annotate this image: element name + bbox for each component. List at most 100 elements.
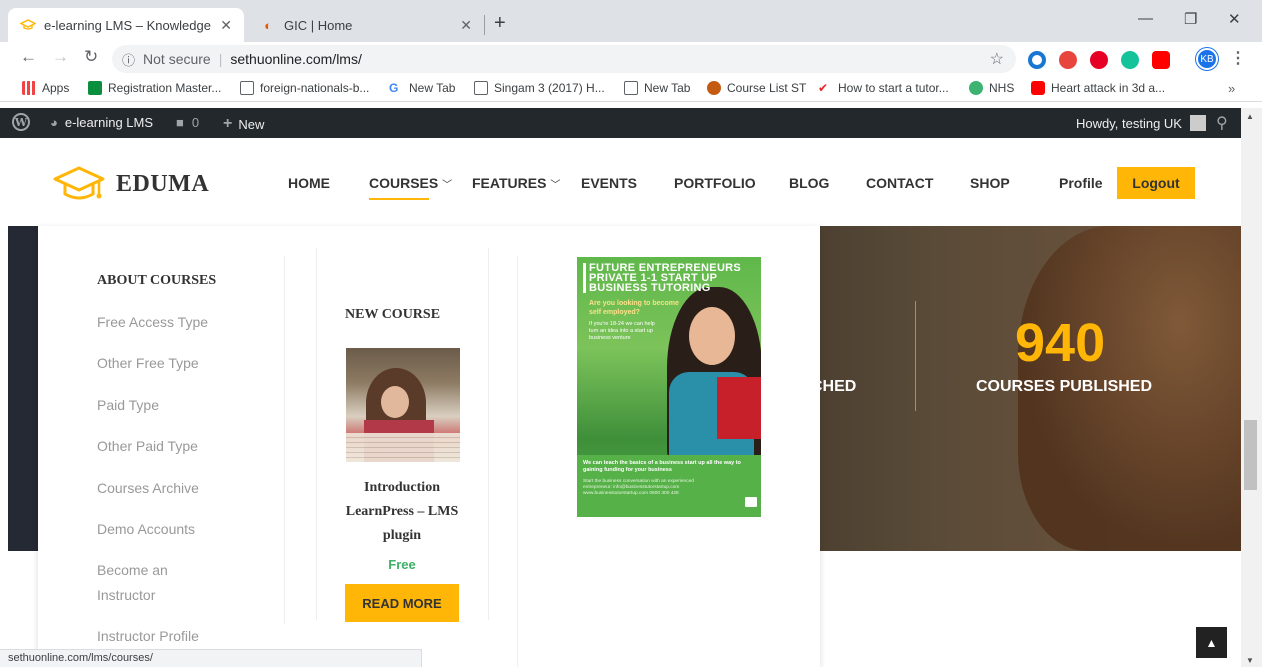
tab-gic-home[interactable]: ◐ GIC | Home ✕ bbox=[248, 8, 484, 42]
new-tab-button[interactable]: + bbox=[494, 12, 506, 35]
more-bookmarks-button[interactable]: » bbox=[1228, 81, 1235, 96]
menu-link-free-access-type[interactable]: Free Access Type bbox=[97, 310, 237, 335]
close-window-button[interactable]: ✕ bbox=[1228, 10, 1241, 28]
admin-new-link[interactable]: + New bbox=[223, 115, 264, 133]
close-tab-icon[interactable]: ✕ bbox=[220, 17, 232, 34]
nav-features[interactable]: FEATURES ﹀ bbox=[472, 175, 560, 191]
admin-account-menu[interactable]: Howdy, testing UK bbox=[1076, 115, 1206, 131]
nav-events[interactable]: EVENTS bbox=[581, 175, 637, 191]
grammarly-icon[interactable] bbox=[1121, 51, 1139, 69]
tab-title: GIC | Home bbox=[284, 17, 353, 33]
profile-avatar[interactable]: KB bbox=[1196, 48, 1218, 70]
back-button[interactable]: ← bbox=[20, 47, 37, 67]
browser-tab-strip: e-learning LMS – Knowledge Frui ✕ ◐ GIC … bbox=[0, 0, 1262, 42]
nav-blog[interactable]: BLOG bbox=[789, 175, 829, 191]
course-thumbnail[interactable] bbox=[346, 348, 460, 462]
minimize-button[interactable]: — bbox=[1138, 10, 1153, 27]
scroll-up-icon[interactable]: ▲ bbox=[1246, 112, 1254, 121]
courses-published-label: COURSES PUBLISHED bbox=[976, 378, 1153, 395]
search-icon[interactable]: ⚲ bbox=[1216, 113, 1228, 133]
scrollbar-thumb[interactable] bbox=[1244, 420, 1257, 490]
pinterest-icon[interactable] bbox=[1090, 51, 1108, 69]
tab-divider bbox=[484, 15, 485, 35]
address-bar[interactable]: ⓘ Not secure | sethuonline.com/lms/ ☆ bbox=[112, 45, 1016, 73]
security-label: Not secure bbox=[143, 51, 211, 67]
separator: | bbox=[218, 51, 223, 67]
back-to-top-button[interactable]: ▲ bbox=[1196, 627, 1227, 658]
extension-icon[interactable] bbox=[1028, 51, 1046, 69]
bookmark-label: New Tab bbox=[644, 81, 691, 95]
menu-link-paid-type[interactable]: Paid Type bbox=[97, 393, 237, 418]
admin-site-link[interactable]: ◕ e-learning LMS bbox=[50, 115, 153, 130]
logout-button[interactable]: Logout bbox=[1117, 167, 1195, 199]
site-logo[interactable]: EDUMA bbox=[52, 164, 209, 204]
reload-button[interactable]: ↻ bbox=[84, 47, 98, 67]
nav-shop[interactable]: SHOP bbox=[970, 175, 1010, 191]
adblock-icon[interactable] bbox=[1152, 51, 1170, 69]
bookmark-item[interactable]: Singam 3 (2017) H... bbox=[474, 81, 605, 95]
bookmark-label: New Tab bbox=[409, 81, 456, 95]
restore-button[interactable]: ❐ bbox=[1184, 10, 1197, 28]
bookmark-star-icon[interactable]: ☆ bbox=[990, 49, 1004, 69]
promo-banner-image[interactable]: FUTURE ENTREPRENEURS PRIVATE 1-1 START U… bbox=[577, 257, 761, 517]
bookmark-item[interactable]: New Tab bbox=[624, 81, 690, 95]
scroll-down-icon[interactable]: ▼ bbox=[1246, 656, 1254, 665]
forward-button[interactable]: → bbox=[52, 47, 69, 67]
menu-link-instructor-profile[interactable]: Instructor Profile bbox=[97, 624, 237, 649]
menu-link-demo-accounts[interactable]: Demo Accounts bbox=[97, 517, 237, 542]
bookmark-item[interactable]: Heart attack in 3d a... bbox=[1031, 81, 1165, 95]
promo-footer-contact: Start the business conversation with an … bbox=[583, 479, 694, 496]
bookmark-item[interactable]: G New Tab bbox=[389, 81, 455, 95]
menu-link-other-paid-type[interactable]: Other Paid Type bbox=[97, 434, 237, 459]
page-scrollbar[interactable]: ▲ ▼ bbox=[1241, 108, 1262, 667]
google-g-icon: G bbox=[389, 81, 399, 95]
info-icon[interactable]: ⓘ bbox=[122, 50, 135, 69]
nav-portfolio[interactable]: PORTFOLIO bbox=[674, 175, 756, 191]
nav-courses-label: COURSES bbox=[369, 175, 439, 191]
bookmark-apps[interactable]: Apps bbox=[22, 81, 69, 95]
bookmark-item[interactable]: Registration Master... bbox=[88, 81, 221, 95]
page-icon bbox=[474, 81, 488, 95]
wordpress-logo-icon[interactable]: W bbox=[12, 113, 30, 131]
avatar bbox=[1189, 115, 1206, 131]
bookmark-item[interactable]: Course List ST bbox=[707, 81, 806, 95]
wp-admin-bar: W ◕ e-learning LMS ■ 0 + New Howdy, test… bbox=[0, 108, 1241, 138]
dashboard-icon: ◕ bbox=[50, 115, 58, 130]
menu-link-courses-archive[interactable]: Courses Archive bbox=[97, 476, 237, 501]
url-text[interactable]: sethuonline.com/lms/ bbox=[230, 51, 362, 67]
bookmark-item[interactable]: NHS bbox=[969, 81, 1014, 95]
circle-icon bbox=[707, 81, 721, 95]
browser-menu-icon[interactable]: ⋮ bbox=[1230, 48, 1246, 68]
tab-elearning[interactable]: e-learning LMS – Knowledge Frui ✕ bbox=[8, 8, 244, 42]
bookmark-label: Registration Master... bbox=[108, 81, 222, 95]
menu-link-other-free-type[interactable]: Other Free Type bbox=[97, 351, 237, 376]
close-tab-icon[interactable]: ✕ bbox=[460, 17, 472, 34]
promo-heading: FUTURE ENTREPRENEURS PRIVATE 1-1 START U… bbox=[589, 262, 742, 294]
bookmark-item[interactable]: foreign-nationals-b... bbox=[240, 81, 369, 95]
menu-link-become-instructor[interactable]: Become an Instructor bbox=[97, 558, 187, 608]
course-title-link[interactable]: Introduction LearnPress – LMS plugin bbox=[342, 476, 462, 548]
column-divider bbox=[488, 248, 489, 620]
nav-courses[interactable]: COURSES ﹀ bbox=[369, 175, 452, 191]
admin-comments-link[interactable]: ■ 0 bbox=[176, 115, 199, 130]
promo-accent-bar bbox=[583, 263, 586, 293]
nav-features-label: FEATURES bbox=[472, 175, 547, 191]
bookmark-item[interactable]: ✔ How to start a tutor... bbox=[818, 81, 949, 95]
browser-toolbar: ← → ↻ ⓘ Not secure | sethuonline.com/lms… bbox=[0, 42, 1262, 76]
extension-icon[interactable] bbox=[1059, 51, 1077, 69]
page-icon bbox=[624, 81, 638, 95]
column-divider bbox=[316, 248, 317, 620]
nav-contact[interactable]: CONTACT bbox=[866, 175, 933, 191]
tab-title: e-learning LMS – Knowledge Frui bbox=[44, 17, 214, 33]
comment-icon: ■ bbox=[176, 115, 184, 130]
promo-face bbox=[689, 307, 735, 365]
site-header: EDUMA HOME COURSES ﹀ FEATURES ﹀ EVENTS P… bbox=[0, 138, 1241, 226]
youtube-icon bbox=[1031, 81, 1045, 95]
read-more-button[interactable]: READ MORE bbox=[345, 584, 459, 622]
status-bar-url: sethuonline.com/lms/courses/ bbox=[0, 649, 422, 667]
logo-text: EDUMA bbox=[116, 170, 210, 197]
nav-home[interactable]: HOME bbox=[288, 175, 330, 191]
page-icon bbox=[240, 81, 254, 95]
profile-link[interactable]: Profile bbox=[1059, 175, 1103, 191]
promo-question: Are you looking to become self employed? bbox=[589, 300, 679, 316]
